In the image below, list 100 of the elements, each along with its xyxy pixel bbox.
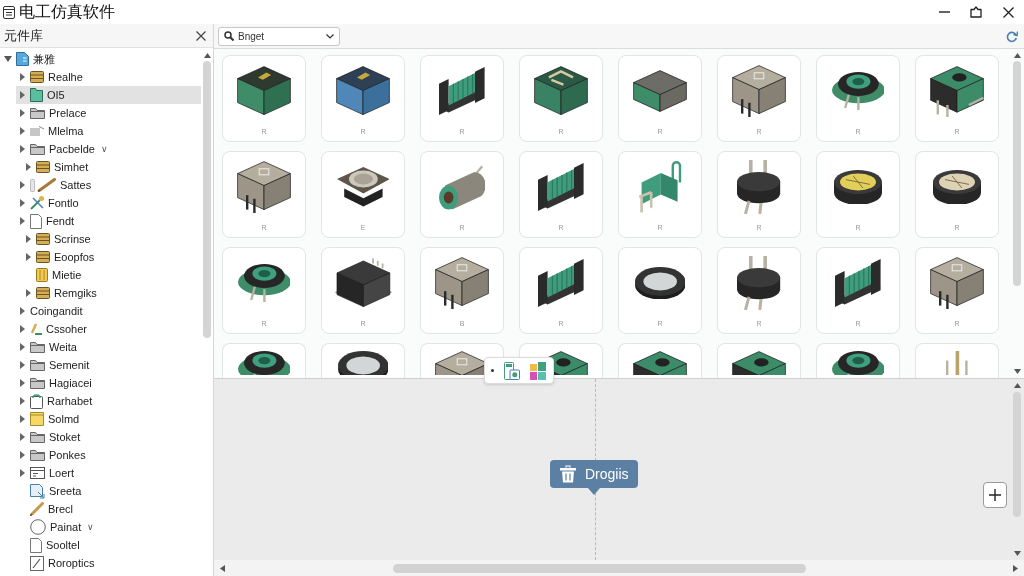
cube-drawing (237, 160, 291, 214)
caret-right-icon[interactable] (18, 73, 26, 81)
tree-item[interactable]: Coingandit (16, 302, 87, 320)
caret-down-icon[interactable] (4, 55, 12, 63)
dropdown-chevron[interactable]: ∨ (100, 144, 108, 154)
caret-right-icon[interactable] (18, 343, 26, 351)
tree-item[interactable]: Pacbelde ∨ (16, 140, 112, 158)
scroll-down-icon[interactable] (1013, 551, 1021, 556)
scroll-up-icon[interactable] (1013, 53, 1021, 58)
caret-right-icon[interactable] (24, 289, 32, 297)
pins-drawing (946, 351, 968, 375)
tree-item[interactable]: Semenit (16, 356, 94, 374)
scroll-up-icon[interactable] (1013, 383, 1021, 388)
caret-right-icon[interactable] (24, 253, 32, 261)
tree-item[interactable]: Painat ∨ (16, 518, 99, 536)
scroll-up-icon[interactable] (203, 53, 211, 58)
grid-icon[interactable] (530, 361, 546, 380)
tree-item[interactable]: Realhe (16, 68, 87, 86)
caret-right-icon[interactable] (18, 361, 26, 369)
add-button[interactable] (983, 482, 1007, 508)
tree-item[interactable]: Prelace (16, 104, 91, 122)
component-card[interactable] (222, 343, 306, 378)
window-title: 电工仿真软件 (19, 1, 115, 22)
caret-right-icon[interactable] (18, 145, 26, 153)
pages-icon (30, 126, 44, 136)
tree-item[interactable]: OI5 (16, 86, 201, 104)
tree-item[interactable]: Fendt (16, 212, 79, 230)
caret-right-icon[interactable] (24, 163, 32, 171)
scroll-left-icon[interactable] (220, 564, 225, 572)
pen-icon (30, 323, 42, 335)
tree-item[interactable]: Mlelma (16, 122, 88, 140)
dropdown-chevron[interactable]: ∨ (87, 522, 95, 532)
tree-item[interactable]: Ponkes (16, 446, 90, 464)
tray-stack-icon (36, 287, 50, 299)
component-card[interactable] (816, 343, 900, 378)
caret-right-icon[interactable] (18, 199, 26, 207)
tree-item[interactable]: Simhet (22, 158, 93, 176)
tree-item[interactable]: Sooltel (16, 536, 84, 554)
caret-right-icon[interactable] (24, 235, 32, 243)
caret-right-icon[interactable] (18, 397, 26, 405)
tooltip-text: Drogiis (585, 466, 629, 482)
tree-item[interactable]: Rarhabet (16, 392, 97, 410)
folder-icon (30, 412, 44, 426)
search-dropdown[interactable]: Bnget (218, 26, 340, 46)
caret-right-icon[interactable] (18, 469, 26, 477)
caret-right-icon[interactable] (18, 217, 26, 225)
disc-drawing (834, 169, 882, 205)
caret-right-icon[interactable] (18, 127, 26, 135)
caret-right-icon[interactable] (18, 451, 26, 459)
tree-item[interactable]: Loert (16, 464, 79, 482)
tree-item[interactable]: Stoket (16, 428, 85, 446)
caret-right-icon[interactable] (18, 91, 26, 99)
tree-item[interactable]: Fontlo (16, 194, 83, 212)
cube-drawing (237, 66, 291, 116)
tray-stack-icon (36, 251, 50, 263)
caret-right-icon[interactable] (18, 181, 26, 189)
tree-item[interactable]: Remgiks (22, 284, 101, 302)
scroll-right-icon[interactable] (1013, 564, 1018, 572)
tree-item[interactable]: 兼雅 (2, 50, 59, 68)
caret-right-icon[interactable] (18, 325, 26, 333)
close-panel-button[interactable] (195, 29, 207, 42)
tree-item[interactable]: Brecl (16, 500, 78, 518)
chevron-down-icon (326, 33, 334, 39)
edit-icon (30, 555, 44, 571)
tree-item[interactable]: Hagiacei (16, 374, 96, 392)
refresh-icon[interactable] (1006, 29, 1018, 43)
scrollbar-thumb[interactable] (203, 61, 211, 338)
scroll-down-icon[interactable] (1013, 369, 1021, 374)
tree-item[interactable]: Weita (16, 338, 81, 356)
caret-right-icon[interactable] (18, 307, 26, 315)
export-icon (30, 483, 45, 499)
tree-item[interactable]: Cssoher (16, 320, 91, 338)
scrollbar-thumb[interactable] (1013, 61, 1021, 286)
tree-item[interactable]: Solmd (16, 410, 84, 428)
component-card[interactable] (618, 343, 702, 378)
ring-drawing (634, 266, 686, 300)
tree-item[interactable]: Eoopfos (22, 248, 99, 266)
clipboard-icon[interactable] (504, 361, 520, 380)
tree-item[interactable]: Mietie (22, 266, 86, 284)
coil-drawing (835, 259, 881, 307)
caret-right-icon[interactable] (18, 109, 26, 117)
window-icon (30, 467, 45, 479)
trash-icon (560, 465, 576, 483)
relay-drawing (333, 258, 393, 308)
folder-icon (30, 143, 45, 155)
scrollbar-thumb[interactable] (393, 563, 806, 573)
folder-icon (30, 359, 45, 371)
component-card[interactable] (717, 343, 801, 378)
component-card[interactable] (321, 343, 405, 378)
disc-drawing (933, 169, 981, 205)
caret-right-icon[interactable] (18, 415, 26, 423)
tree-item[interactable]: Sreeta (16, 482, 86, 500)
caret-right-icon[interactable] (18, 433, 26, 441)
caret-right-icon[interactable] (18, 379, 26, 387)
cube-drawing (732, 64, 786, 118)
tree-item[interactable]: Scrinse (22, 230, 95, 248)
tree-item[interactable]: Roroptics (16, 554, 99, 572)
folder-icon (30, 341, 45, 353)
cube-drawing (930, 256, 984, 310)
tree-item[interactable]: Sattes (16, 176, 96, 194)
